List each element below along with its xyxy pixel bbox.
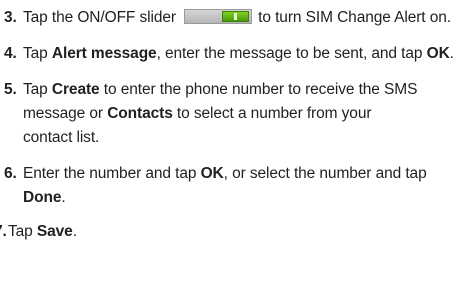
instruction-steps: 3. Tap the ON/OFF slider to turn SIM Cha… [0, 0, 471, 240]
create-term: Create [51, 81, 100, 98]
contacts-term: Contacts [107, 105, 173, 122]
step-number: 4. [4, 45, 17, 62]
step-text-part: , or select the number and tap [223, 165, 427, 182]
slider-grip [234, 13, 238, 20]
ok-term: OK [200, 165, 224, 182]
step-number: 5. [4, 81, 17, 98]
step-text-part: Tap [8, 223, 37, 240]
step-text: Tap Alert message, enter the message to … [23, 42, 463, 66]
ok-term: OK [426, 45, 450, 62]
alert-message-term: Alert message [51, 45, 157, 62]
step-text-part: , enter the message to be sent, and tap [156, 45, 427, 62]
step-4: 4. Tap Alert message, enter the message … [0, 42, 471, 66]
step-6: 6. Enter the number and tap OK, or selec… [0, 162, 471, 210]
step-number: 7. [0, 223, 7, 240]
slider-knob [222, 11, 250, 22]
step-text-part: Tap the ON/OFF slider [23, 9, 176, 26]
step-number: 3. [4, 9, 17, 26]
step-text-part: Tap [23, 81, 52, 98]
step-5: 5. Tap Create to enter the phone number … [0, 78, 471, 150]
step-text-part: Tap [23, 45, 52, 62]
step-text: Enter the number and tap OK, or select t… [23, 162, 468, 210]
step-text-part: to turn SIM Change Alert on. [258, 9, 451, 26]
step-text-part: . [61, 189, 66, 206]
step-3: 3. Tap the ON/OFF slider to turn SIM Cha… [0, 6, 471, 30]
step-text: Tap the ON/OFF slider to turn SIM Change… [23, 6, 463, 30]
on-off-slider-icon [184, 9, 253, 24]
step-text-part: . [72, 223, 77, 240]
step-text: Tap Save. [8, 220, 471, 244]
save-term: Save [36, 223, 73, 240]
step-7: 7. Tap Save. [0, 220, 471, 244]
step-text-part: . [449, 45, 454, 62]
step-text: Tap Create to enter the phone number to … [23, 78, 423, 150]
step-number: 6. [4, 165, 17, 182]
done-term: Done [23, 189, 62, 206]
step-text-part: Enter the number and tap [23, 165, 201, 182]
